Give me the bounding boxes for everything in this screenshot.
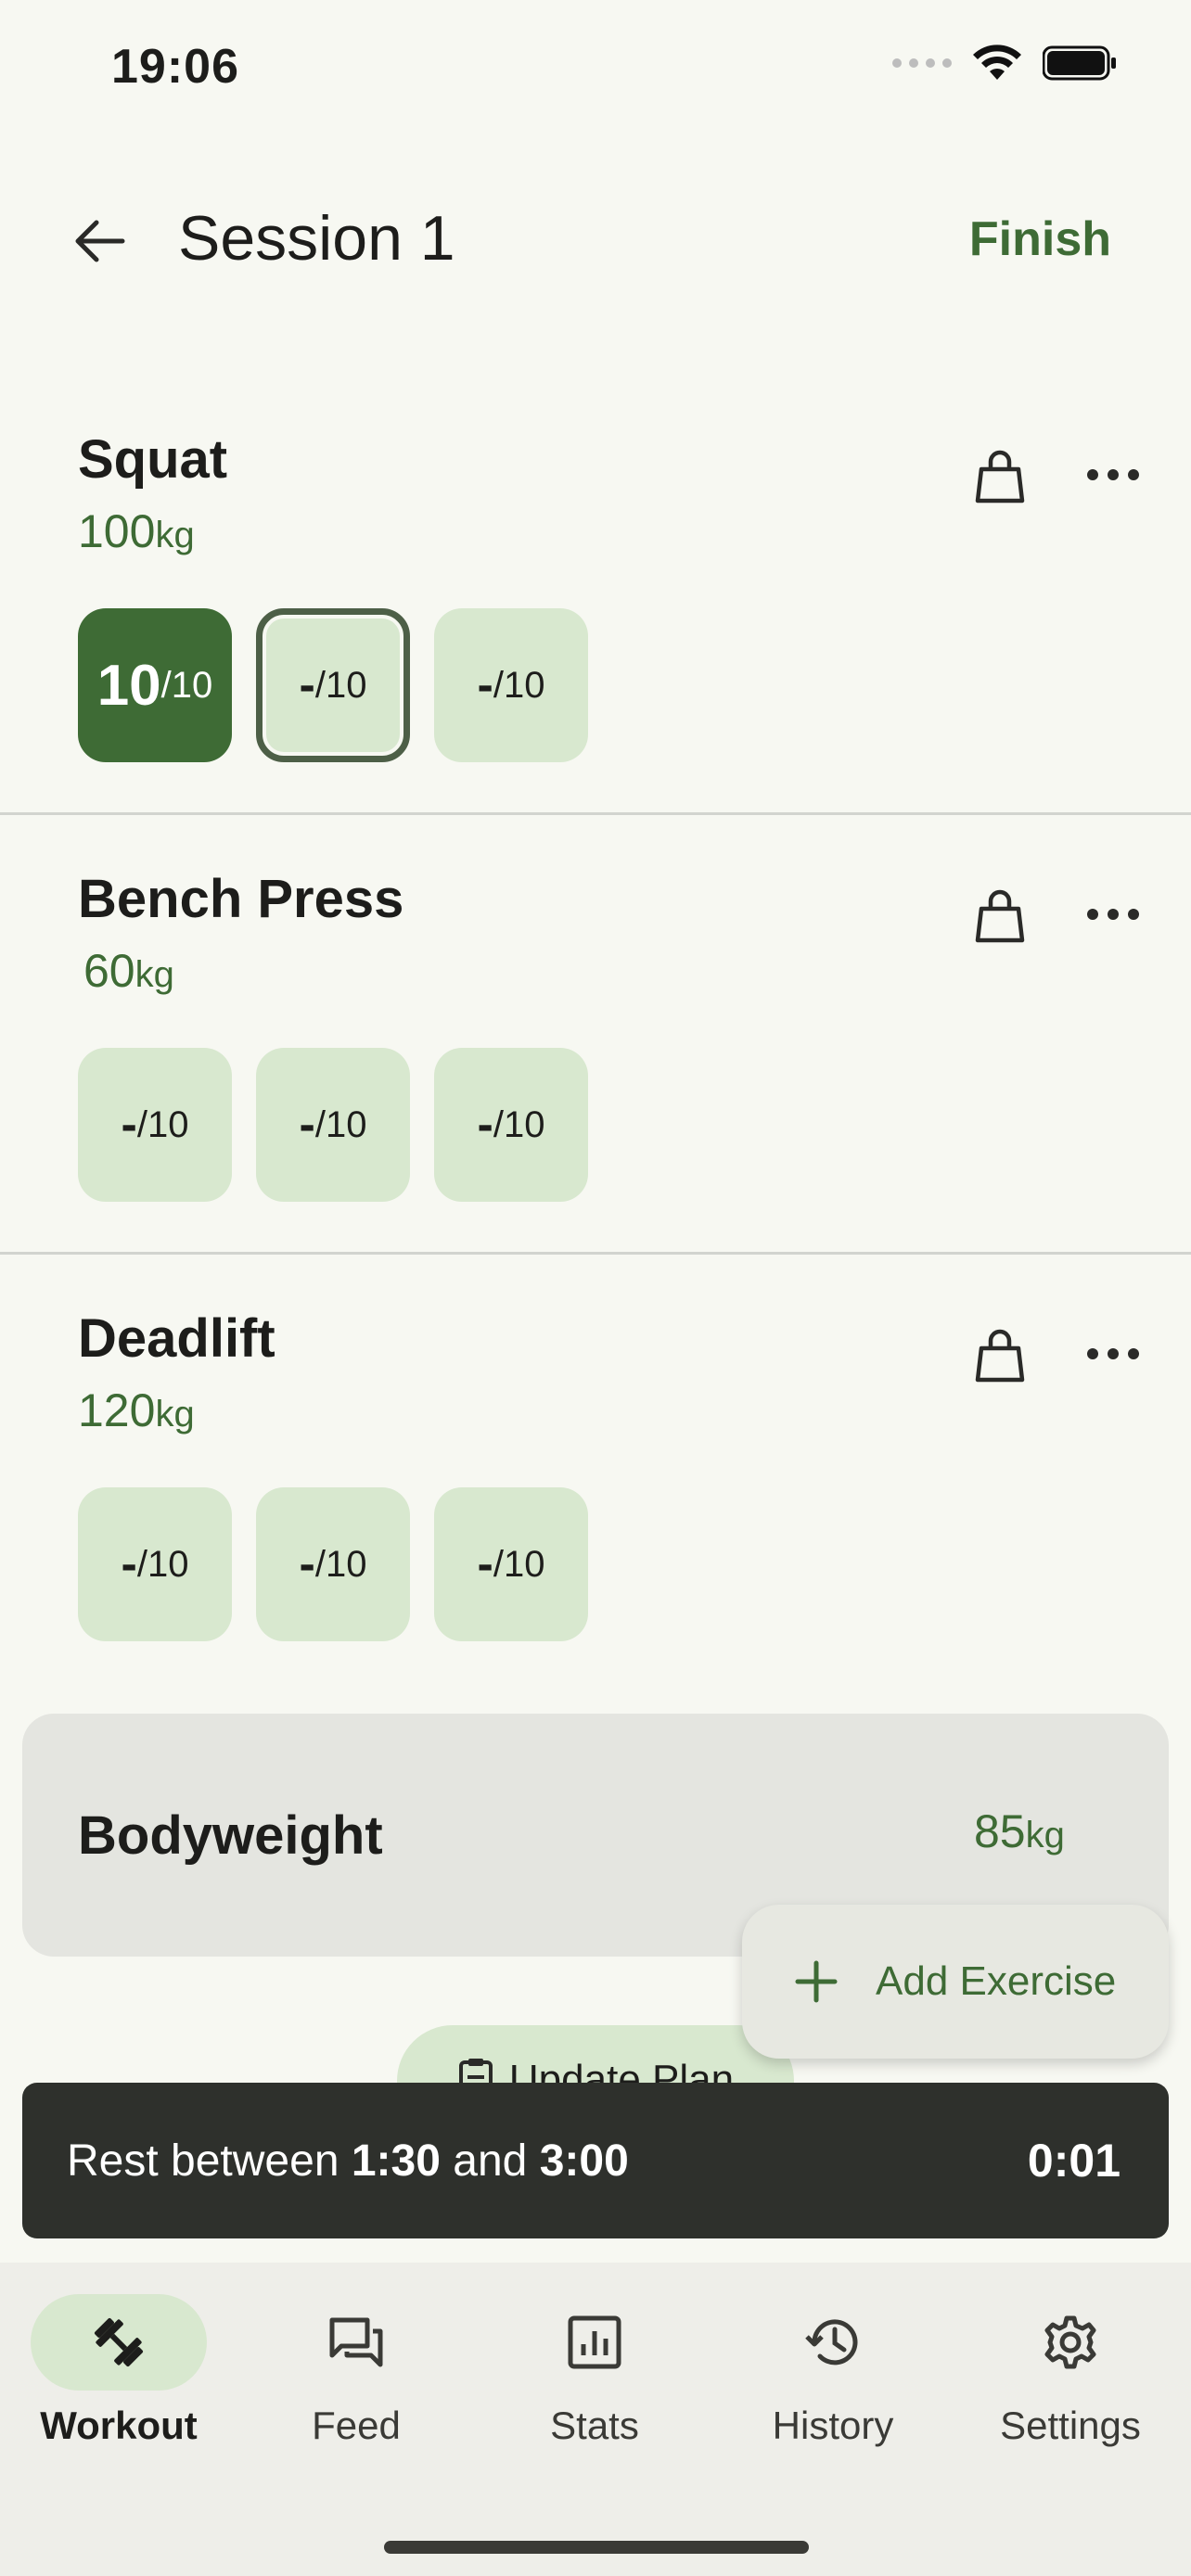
nav-item-history[interactable]: History [731, 2294, 935, 2448]
set-button[interactable]: -/10 [434, 1048, 588, 1202]
nav-item-stats[interactable]: Stats [493, 2294, 697, 2448]
page-title: Session 1 [178, 203, 455, 274]
set-button[interactable]: -/10 [256, 608, 410, 762]
finish-button[interactable]: Finish [969, 211, 1111, 267]
rest-timer-banner: Rest between 1:30 and 3:00 0:01 [22, 2083, 1169, 2238]
add-exercise-button[interactable]: Add Exercise [742, 1905, 1169, 2059]
set-button[interactable]: 10/10 [78, 608, 232, 762]
more-options-icon[interactable] [1085, 1345, 1141, 1363]
set-button[interactable]: -/10 [256, 1048, 410, 1202]
nav-label: Feed [312, 2404, 401, 2447]
weight-value: 100 [78, 505, 156, 557]
history-icon [805, 2319, 858, 2366]
status-icons [892, 45, 1117, 82]
battery-icon [1043, 45, 1116, 81]
weight-plate-icon[interactable] [974, 1328, 1026, 1384]
divider [0, 1252, 1191, 1255]
bodyweight-value: 85kg [974, 1805, 1065, 1857]
wifi-icon [973, 45, 1021, 80]
set-button[interactable]: -/10 [78, 1048, 232, 1202]
bar-chart-icon [568, 2315, 621, 2369]
add-exercise-label: Add Exercise [876, 1958, 1117, 2004]
nav-item-feed[interactable]: Feed [254, 2294, 458, 2448]
set-list: 10/10 -/10 -/10 [78, 608, 588, 762]
set-list: -/10 -/10 -/10 [78, 1048, 588, 1202]
weight-value: 120 [78, 1384, 156, 1436]
bodyweight-label: Bodyweight [78, 1805, 383, 1866]
set-button[interactable]: -/10 [434, 608, 588, 762]
dumbbell-icon [94, 2317, 144, 2367]
nav-label: Workout [40, 2404, 198, 2447]
rest-timer: 0:01 [1027, 2135, 1121, 2187]
weight-unit: kg [134, 954, 174, 995]
set-button[interactable]: -/10 [256, 1487, 410, 1641]
set-button[interactable]: -/10 [78, 1487, 232, 1641]
nav-item-workout[interactable]: Workout [17, 2294, 221, 2448]
set-list: -/10 -/10 -/10 [78, 1487, 588, 1641]
exercise-weight[interactable]: 60kg [83, 944, 174, 998]
more-options-icon[interactable] [1085, 465, 1141, 484]
exercise-name: Deadlift [78, 1308, 275, 1369]
exercise-name: Squat [78, 429, 228, 490]
exercise-weight[interactable]: 120kg [78, 1384, 195, 1437]
weight-plate-icon[interactable] [974, 449, 1026, 504]
weight-plate-icon[interactable] [974, 888, 1026, 944]
gear-icon [1044, 2315, 1096, 2369]
plus-icon [795, 1960, 838, 2003]
weight-unit: kg [155, 515, 195, 555]
rest-range-text: Rest between 1:30 and 3:00 [67, 2136, 629, 2186]
more-options-icon[interactable] [1085, 905, 1141, 924]
divider [0, 812, 1191, 815]
exercise-weight[interactable]: 100kg [78, 504, 195, 558]
status-time: 19:06 [111, 40, 239, 94]
weight-value: 60 [83, 945, 135, 997]
exercise-name: Bench Press [78, 869, 404, 929]
nav-label: History [772, 2404, 894, 2447]
chat-bubbles-icon [329, 2317, 383, 2367]
back-arrow-icon[interactable] [70, 211, 130, 271]
nav-label: Settings [1000, 2404, 1141, 2447]
nav-item-settings[interactable]: Settings [968, 2294, 1172, 2448]
weight-unit: kg [155, 1394, 195, 1435]
set-button[interactable]: -/10 [434, 1487, 588, 1641]
home-indicator[interactable] [384, 2541, 809, 2554]
nav-label: Stats [550, 2404, 639, 2447]
signal-icon [892, 58, 952, 68]
